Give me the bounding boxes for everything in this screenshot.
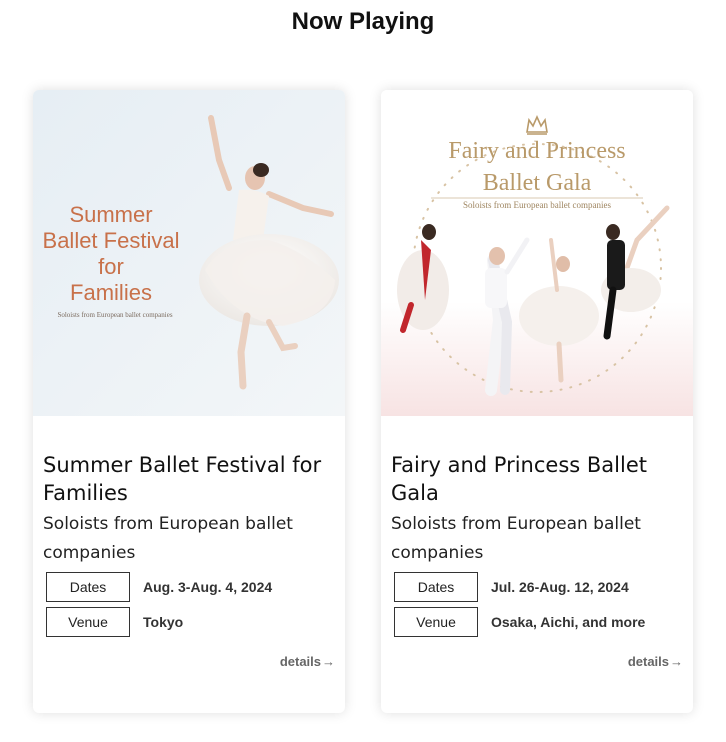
event-poster-image[interactable]: Summer Ballet Festival for Families Solo… xyxy=(33,90,345,416)
poster-summer-ballet: Summer Ballet Festival for Families Solo… xyxy=(33,90,345,416)
dates-row: Dates Aug. 3-Aug. 4, 2024 xyxy=(46,572,336,602)
venue-row: Venue Tokyo xyxy=(46,607,336,637)
venue-label: Venue xyxy=(46,607,130,637)
poster-title-line: Ballet Festival xyxy=(43,228,180,253)
poster-title-line: Fairy and Princess xyxy=(448,138,625,164)
venue-label: Venue xyxy=(394,607,478,637)
poster-title-line: for xyxy=(98,254,124,279)
details-link[interactable]: details→ xyxy=(280,654,335,669)
venue-row: Venue Osaka, Aichi, and more xyxy=(394,607,684,637)
dates-label: Dates xyxy=(394,572,478,602)
event-card[interactable]: Fairy and Princess Ballet Gala Soloists … xyxy=(381,90,693,713)
poster-tagline: Soloists from European ballet companies xyxy=(57,311,172,319)
event-subtitle: Soloists from European ballet companies xyxy=(43,514,293,563)
dates-value: Aug. 3-Aug. 4, 2024 xyxy=(143,579,273,595)
event-poster-image[interactable]: Fairy and Princess Ballet Gala Soloists … xyxy=(381,90,693,416)
dates-row: Dates Jul. 26-Aug. 12, 2024 xyxy=(394,572,684,602)
venue-value: Osaka, Aichi, and more xyxy=(491,614,646,630)
poster-fairy-princess-gala: Fairy and Princess Ballet Gala Soloists … xyxy=(381,90,693,416)
event-title[interactable]: Fairy and Princess Ballet Gala xyxy=(391,451,687,507)
details-label: details xyxy=(627,654,669,669)
details-link[interactable]: details→ xyxy=(628,654,683,669)
page-title: Now Playing xyxy=(291,8,435,35)
poster-title-line: Summer xyxy=(69,202,152,227)
arrow-right-icon: → xyxy=(322,654,335,669)
event-card[interactable]: Summer Ballet Festival for Families Solo… xyxy=(33,90,345,713)
venue-value: Tokyo xyxy=(143,614,184,630)
poster-tagline: Soloists from European ballet companies xyxy=(463,200,611,210)
dates-value: Jul. 26-Aug. 12, 2024 xyxy=(491,579,629,595)
arrow-right-icon: → xyxy=(670,654,683,669)
dates-label: Dates xyxy=(46,572,130,602)
poster-title-line: Ballet Gala xyxy=(483,170,592,196)
details-label: details xyxy=(279,654,321,669)
event-subtitle: Soloists from European ballet companies xyxy=(391,514,641,563)
event-title[interactable]: Summer Ballet Festival for Families xyxy=(43,451,339,507)
poster-title-line: Families xyxy=(70,280,152,305)
